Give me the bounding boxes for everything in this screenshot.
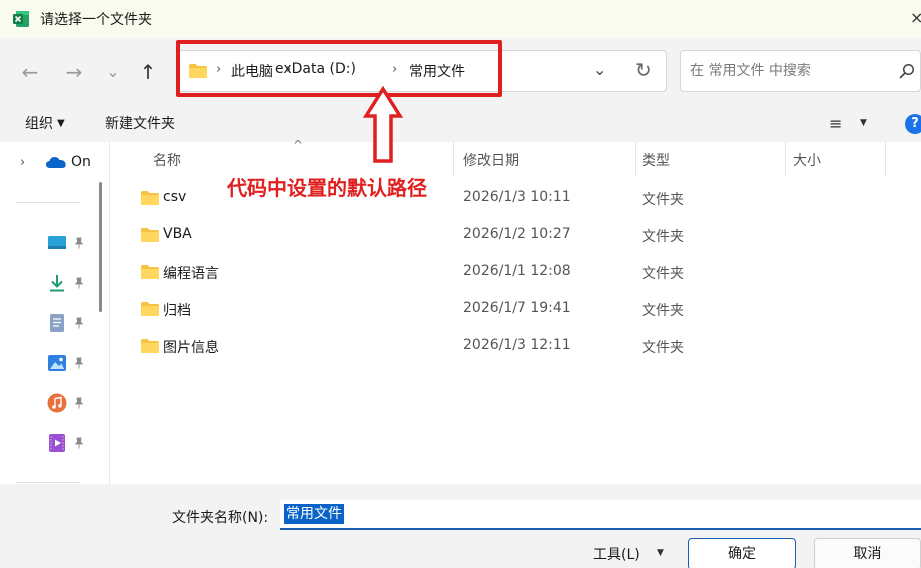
cancel-button[interactable]: 取消 [814, 538, 921, 568]
file-name: csv [163, 189, 187, 205]
pane-divider [16, 482, 80, 483]
caret-down-icon[interactable]: ▼ [860, 118, 867, 128]
folder-icon [141, 339, 159, 353]
desktop-icon[interactable] [46, 232, 68, 254]
caret-down-icon: ▼ [57, 118, 65, 129]
pin-icon[interactable] [73, 357, 85, 369]
onedrive-cloud-icon [46, 157, 66, 168]
file-type: 文件夹 [642, 303, 684, 319]
list-item[interactable]: 编程语言 2026/1/1 12:08 文件夹 [111, 254, 921, 291]
pin-icon[interactable] [73, 277, 85, 289]
pin-icon[interactable] [73, 437, 85, 449]
column-header-type[interactable]: 类型 [642, 150, 670, 170]
file-name: VBA [163, 226, 192, 242]
new-folder-button[interactable]: 新建文件夹 [105, 113, 175, 133]
column-header-size[interactable]: 大小 [793, 150, 821, 170]
search-input[interactable] [690, 60, 890, 82]
list-item[interactable]: 图片信息 2026/1/3 12:11 文件夹 [111, 328, 921, 365]
list-item[interactable]: 归档 2026/1/7 19:41 文件夹 [111, 291, 921, 328]
pin-icon[interactable] [73, 237, 85, 249]
forward-arrow-icon[interactable]: → [62, 60, 86, 84]
folder-name-label: 文件夹名称(N): [172, 510, 269, 526]
ok-button[interactable]: 确定 [688, 538, 796, 568]
address-dropdown-icon[interactable]: ⌄ [593, 60, 606, 79]
breadcrumb-current-folder[interactable]: 常用文件 [409, 61, 465, 81]
annotation-arrow-icon [363, 86, 403, 163]
file-type: 文件夹 [642, 229, 684, 245]
search-box[interactable] [680, 50, 921, 92]
column-divider[interactable] [453, 142, 454, 176]
column-divider[interactable] [635, 142, 636, 176]
command-toolbar: 组织 ▼ 新建文件夹 ≡ ▼ ? [0, 104, 921, 142]
pictures-icon[interactable] [46, 352, 68, 374]
navigation-pane-scrollbar[interactable] [99, 182, 102, 312]
breadcrumb-this-pc[interactable]: 此电脑 [231, 61, 273, 81]
breadcrumb-separator-icon: › [392, 62, 398, 77]
navigation-pane: › On [0, 142, 110, 484]
refresh-icon[interactable]: ↻ [635, 58, 652, 82]
caret-down-icon[interactable]: ▼ [657, 548, 664, 558]
folder-icon [189, 64, 207, 78]
annotation-text: 代码中设置的默认路径 [227, 176, 427, 200]
column-header-date[interactable]: 修改日期 [463, 150, 519, 170]
column-header-name[interactable]: 名称 [153, 150, 181, 170]
pin-icon[interactable] [73, 317, 85, 329]
column-divider[interactable] [885, 142, 886, 176]
organize-label: 组织 [25, 116, 53, 132]
breadcrumb-separator-icon: › [216, 62, 222, 77]
file-date: 2026/1/1 12:08 [463, 263, 571, 279]
column-divider[interactable] [785, 142, 786, 176]
expand-chevron-icon[interactable]: › [20, 155, 25, 170]
file-name: 图片信息 [163, 340, 219, 356]
tools-menu[interactable]: 工具(L) [593, 544, 640, 564]
folder-icon [141, 191, 159, 205]
search-icon[interactable] [899, 63, 915, 79]
file-date: 2026/1/3 12:11 [463, 337, 571, 353]
folder-name-value[interactable]: 常用文件 [284, 504, 344, 524]
file-type: 文件夹 [642, 340, 684, 356]
up-arrow-icon[interactable]: ↑ [136, 60, 160, 84]
folder-name-input[interactable]: 常用文件 [280, 500, 921, 530]
dialog-footer: 文件夹名称(N): 常用文件 工具(L) ▼ 确定 取消 [0, 484, 921, 568]
pin-icon[interactable] [73, 397, 85, 409]
folder-icon [141, 265, 159, 279]
breadcrumb-drive[interactable]: exData (D:) [275, 61, 356, 77]
folder-icon [141, 228, 159, 242]
documents-icon[interactable] [46, 312, 68, 334]
navigation-bar: ← → ⌄ ↑ › 此电脑 › exData (D:) › 常用文件 ⌄ ↻ [0, 38, 921, 104]
excel-icon [13, 11, 29, 27]
window-title: 请选择一个文件夹 [40, 12, 152, 28]
downloads-icon[interactable] [46, 272, 68, 294]
file-date: 2026/1/2 10:27 [463, 226, 571, 242]
sort-ascending-icon: ^ [293, 138, 304, 152]
pane-divider [16, 202, 80, 203]
onedrive-label[interactable]: On [71, 154, 91, 170]
file-name: 编程语言 [163, 266, 219, 282]
close-icon[interactable]: × [910, 8, 921, 27]
back-arrow-icon[interactable]: ← [18, 60, 42, 84]
address-bar[interactable]: › 此电脑 › exData (D:) › 常用文件 ⌄ ↻ [177, 50, 667, 92]
list-item[interactable]: VBA 2026/1/2 10:27 文件夹 [111, 217, 921, 254]
view-options-icon[interactable]: ≡ [829, 114, 842, 133]
videos-icon[interactable] [46, 432, 68, 454]
folder-icon [141, 302, 159, 316]
title-bar: 请选择一个文件夹 × [0, 0, 921, 38]
music-icon[interactable] [46, 392, 68, 414]
file-type: 文件夹 [642, 192, 684, 208]
file-type: 文件夹 [642, 266, 684, 282]
recent-locations-chevron-icon[interactable]: ⌄ [101, 60, 125, 84]
help-icon[interactable]: ? [905, 114, 921, 134]
organize-menu[interactable]: 组织 ▼ [25, 113, 65, 133]
file-name: 归档 [163, 303, 191, 319]
file-date: 2026/1/7 19:41 [463, 300, 571, 316]
file-date: 2026/1/3 10:11 [463, 189, 571, 205]
